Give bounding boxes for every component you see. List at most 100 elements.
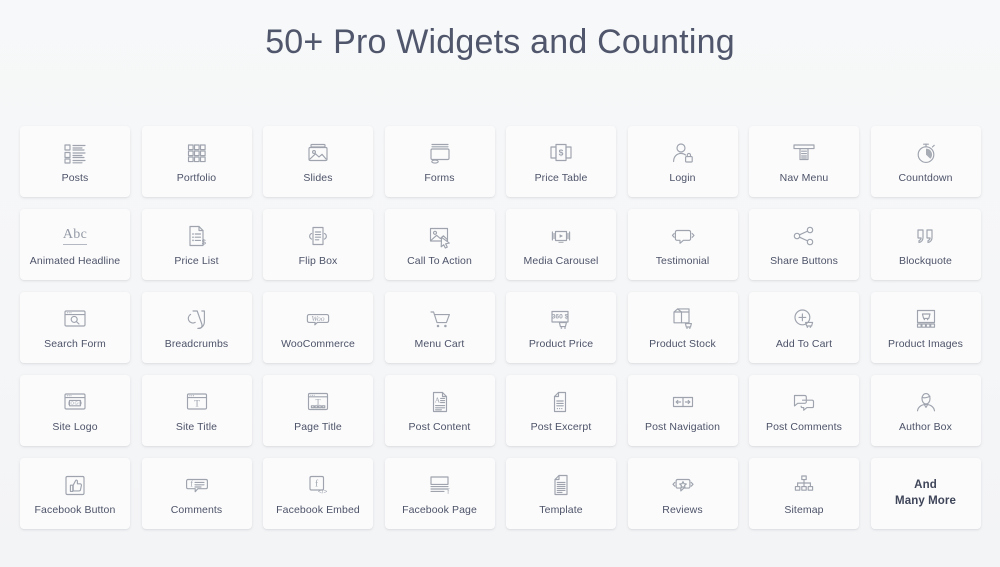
widget-card-label: Nav Menu [779,172,829,185]
widget-card-page-title[interactable]: T Page Title [263,375,373,446]
widget-card-search-form[interactable]: Search Form [20,292,130,363]
widget-card-facebook-button[interactable]: Facebook Button [20,458,130,529]
widget-card-comments[interactable]: f Comments [141,458,252,529]
svg-text:LOGO: LOGO [68,401,83,406]
widget-card-testimonial[interactable]: Testimonial [627,209,738,280]
widget-card-post-excerpt[interactable]: Post Excerpt [506,375,616,446]
widget-card-label: Post Excerpt [530,421,592,434]
widget-card-label: Site Title [175,421,218,434]
countdown-stopwatch-icon [913,138,939,168]
svg-text:A: A [434,396,440,405]
testimonial-quote-bubble-icon [670,221,696,251]
reviews-star-bubble-icon [670,470,696,500]
widget-card-facebook-page[interactable]: f Facebook Page [384,458,495,529]
site-title-browser-t-icon: T [184,387,210,417]
svg-text:$: $ [201,238,206,247]
widget-card-site-logo[interactable]: LOGO Site Logo [20,375,130,446]
breadcrumbs-yoast-icon [184,304,210,334]
sitemap-hierarchy-icon [791,470,817,500]
widget-card-reviews[interactable]: Reviews [627,458,738,529]
widget-card-post-content[interactable]: A Post Content [384,375,495,446]
template-document-icon [548,470,574,500]
post-navigation-arrows-icon [670,387,696,417]
svg-text:f: f [190,480,193,489]
add-to-cart-plus-icon [791,304,817,334]
widget-card-label: And Many More [895,478,956,507]
product-price-tag-icon: 360 $ [548,304,574,334]
share-nodes-icon [791,221,817,251]
widget-card-label: Facebook Button [34,504,116,517]
widget-card-label: Product Images [888,338,963,351]
animated-headline-abc-icon: Abc [62,221,88,251]
author-box-person-icon [913,387,939,417]
widget-card-label: Price Table [534,172,588,185]
widget-card-product-price[interactable]: 360 $ Product Price [506,292,616,363]
widget-card-label: Forms [424,172,455,185]
widget-card-woocommerce[interactable]: Woo WooCommerce [263,292,373,363]
widget-card-add-to-cart[interactable]: Add To Cart [749,292,859,363]
svg-text:Woo: Woo [311,315,324,324]
nav-menu-icon [791,138,817,168]
widget-card-price-list[interactable]: $ Price List [141,209,252,280]
widget-card-label: Sitemap [784,504,824,517]
widget-card-nav-menu[interactable]: Nav Menu [749,126,859,197]
widget-card-label: Facebook Embed [276,504,360,517]
widget-card-product-stock[interactable]: Product Stock [627,292,738,363]
page-title: 50+ Pro Widgets and Counting [265,23,735,61]
widget-card-label: Blockquote [899,255,952,268]
widget-grid: Posts Portfolio Slides Forms $ Price Tab… [20,126,981,529]
widget-card-facebook-embed[interactable]: f </> Facebook Embed [263,458,373,529]
widget-card-media-carousel[interactable]: Media Carousel [506,209,616,280]
widget-card-label: Portfolio [176,172,217,185]
widget-card-countdown[interactable]: Countdown [870,126,981,197]
svg-text:f: f [446,487,449,496]
woocommerce-icon: Woo [305,304,331,334]
widget-card-flip-box[interactable]: Flip Box [263,209,373,280]
widget-card-call-to-action[interactable]: Call To Action [384,209,495,280]
widget-card-post-navigation[interactable]: Post Navigation [627,375,738,446]
media-carousel-play-icon [548,221,574,251]
widget-card-slides[interactable]: Slides [263,126,373,197]
widget-card-and-many-more[interactable]: And Many More [870,458,981,529]
widget-card-blockquote[interactable]: Blockquote [870,209,981,280]
widget-card-forms[interactable]: Forms [384,126,495,197]
facebook-thumbs-up-icon [62,470,88,500]
widget-card-share-buttons[interactable]: Share Buttons [749,209,859,280]
flip-box-icon [305,221,331,251]
widget-card-label: Share Buttons [770,255,838,268]
widget-card-label: Search Form [44,338,106,351]
site-logo-browser-icon: LOGO [62,387,88,417]
widget-card-product-images[interactable]: Product Images [870,292,981,363]
page-title-browser-t-icon: T [305,387,331,417]
widget-card-label: Flip Box [298,255,338,268]
svg-text:</>: </> [318,489,328,496]
product-stock-box-icon [670,304,696,334]
widget-card-sitemap[interactable]: Sitemap [749,458,859,529]
widget-card-breadcrumbs[interactable]: Breadcrumbs [141,292,252,363]
widget-card-label: Author Box [899,421,952,434]
svg-text:T: T [194,399,200,410]
widget-card-portfolio[interactable]: Portfolio [141,126,252,197]
widget-card-animated-headline[interactable]: Abc Animated Headline [20,209,130,280]
price-table-dollar-icon: $ [548,138,574,168]
search-form-magnifier-icon [62,304,88,334]
svg-text:$: $ [559,148,564,158]
widget-card-label: Menu Cart [414,338,465,351]
widget-card-label: Login [669,172,696,185]
widget-card-menu-cart[interactable]: Menu Cart [384,292,495,363]
widget-card-site-title[interactable]: T Site Title [141,375,252,446]
widget-card-label: Posts [61,172,89,185]
widget-card-label: Comments [170,504,223,517]
widget-card-login[interactable]: Login [627,126,738,197]
widget-card-label: WooCommerce [281,338,355,351]
widget-card-post-comments[interactable]: Post Comments [749,375,859,446]
product-images-gallery-icon [913,304,939,334]
widget-card-template[interactable]: Template [506,458,616,529]
widget-card-label: Price List [174,255,219,268]
widget-card-label: Template [539,504,583,517]
widget-card-author-box[interactable]: Author Box [870,375,981,446]
posts-icon [62,138,88,168]
widget-card-price-table[interactable]: $ Price Table [506,126,616,197]
widget-card-posts[interactable]: Posts [20,126,130,197]
forms-monitor-icon [427,138,453,168]
